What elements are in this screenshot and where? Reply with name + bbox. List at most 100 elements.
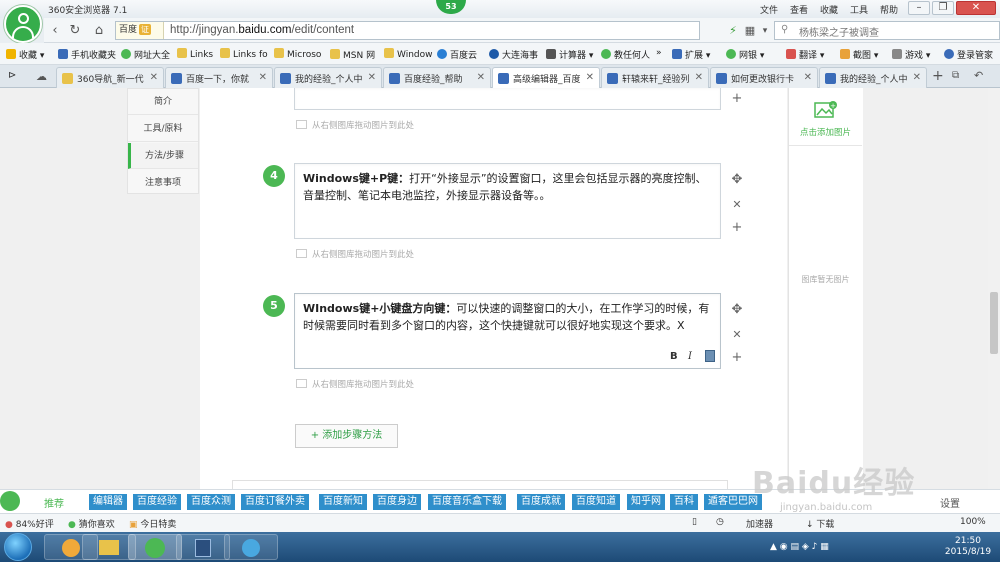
step-text-box[interactable]: Windows键+P键：打开“外接显示”的设置窗口，这里会包括显示器的亮度控制、… (294, 163, 721, 239)
home-icon[interactable]: ⌂ (90, 22, 108, 40)
search-input[interactable]: 杨栋梁之子被调查 (799, 24, 879, 39)
lightning-icon[interactable]: ⚡ (724, 22, 742, 40)
taskbar-app-chat[interactable] (224, 534, 278, 560)
bookmark-screenshot[interactable]: 截图 ▾ (840, 48, 878, 61)
previous-step-box[interactable] (294, 88, 721, 110)
page-scrollbar[interactable] (988, 88, 1000, 489)
link-waimai[interactable]: 百度订餐外卖 (241, 494, 309, 510)
search-box[interactable]: ⚲ 杨栋梁之子被调查 (774, 21, 1000, 40)
sidebar-toggle-icon[interactable]: ⊳ (8, 70, 16, 81)
insert-image-icon[interactable] (705, 350, 715, 362)
link-chengjiu[interactable]: 百度成就 (517, 494, 565, 510)
rating-status[interactable]: ● 84%好评 (5, 517, 54, 530)
system-clock[interactable]: 21:50 2015/8/19 (938, 536, 998, 558)
link-zhihu[interactable]: 知乎网 (627, 494, 665, 510)
taskbar-app-film[interactable] (176, 534, 230, 560)
menu-favorites[interactable]: 收藏 (820, 3, 838, 16)
link-editor[interactable]: 编辑器 (89, 494, 127, 510)
bookmark-games[interactable]: 游戏 ▾ (892, 48, 930, 61)
italic-button[interactable]: I (688, 351, 692, 362)
tab-bank-card[interactable]: 如何更改银行卡 ✕ (710, 67, 818, 88)
address-bar[interactable]: 百度证 http://jingyan.baidu.com/edit/conten… (115, 21, 700, 40)
tab-list-icon[interactable]: ⧉ (952, 70, 959, 81)
link-jingyan[interactable]: 百度经验 (133, 494, 181, 510)
phone-icon[interactable]: ▯ (692, 517, 697, 527)
add-icon[interactable]: + (730, 92, 744, 106)
speed-icon[interactable]: ◷ (716, 517, 724, 527)
download-status[interactable]: ↓ 下载 (806, 517, 834, 530)
bookmark-item[interactable]: 网址大全 (121, 48, 170, 61)
zoom-status[interactable]: 100% (960, 517, 986, 527)
bold-button[interactable]: B (670, 351, 678, 362)
bookmark-item[interactable]: Links fo (220, 48, 268, 60)
bookmark-item[interactable]: 教任何人 (601, 48, 650, 61)
guess-status[interactable]: ● 猜你喜欢 (68, 517, 115, 530)
restore-button[interactable]: ❐ (932, 1, 954, 15)
link-zhidao[interactable]: 百度知道 (572, 494, 620, 510)
tab-baidu[interactable]: 百度一下，你就 ✕ (165, 67, 273, 88)
undo-close-icon[interactable]: ↶ (974, 69, 983, 82)
bookmark-item[interactable]: MSN 网 (330, 48, 375, 61)
delete-icon[interactable]: ✕ (730, 328, 744, 342)
link-zhongce[interactable]: 百度众测 (187, 494, 235, 510)
back-icon[interactable]: ‹ (46, 22, 64, 40)
start-button[interactable] (4, 533, 32, 561)
bookmark-login[interactable]: 登录管家 (944, 48, 993, 61)
link-xinzhi[interactable]: 百度新知 (319, 494, 367, 510)
link-baike[interactable]: 百科 (670, 494, 698, 510)
menu-file[interactable]: 文件 (760, 3, 778, 16)
bookmark-favorites[interactable]: 收藏 ▾ (6, 48, 44, 61)
move-icon[interactable]: ✥ (730, 303, 744, 317)
nav-steps[interactable]: 方法/步骤 (128, 143, 198, 169)
add-icon[interactable]: + (730, 221, 744, 235)
bookmark-banking[interactable]: 网银 ▾ (726, 48, 764, 61)
bookmark-item[interactable]: 大连海事 (489, 48, 538, 61)
360-logo-icon[interactable] (0, 491, 20, 511)
tab-help[interactable]: 百度经验_帮助 ✕ (383, 67, 491, 88)
step-text-box-active[interactable]: WIndows键+小键盘方向键：可以快速的调整窗口的大小，在工作学习的时候，有时… (294, 293, 721, 369)
tab-editor[interactable]: 高级编辑器_百度 ✕ (492, 67, 600, 89)
image-drop-hint[interactable]: 从右侧图库拖动图片到此处 (296, 378, 414, 390)
menu-help[interactable]: 帮助 (880, 3, 898, 16)
add-icon[interactable]: + (730, 351, 744, 365)
link-music[interactable]: 百度音乐盒下载 (428, 494, 506, 510)
nav-intro[interactable]: 简介 (128, 89, 198, 115)
add-picture-button[interactable]: + 点击添加图片 (789, 88, 862, 146)
image-drop-hint[interactable]: 从右侧图库拖动图片到此处 (296, 119, 414, 131)
nav-tools[interactable]: 工具/原料 (128, 116, 198, 142)
bookmark-item[interactable]: Microso (274, 48, 321, 60)
bookmark-item[interactable]: Links (177, 48, 213, 60)
overflow-icon[interactable]: » (656, 48, 662, 58)
bookmark-extensions[interactable]: 扩展 ▾ (672, 48, 710, 61)
close-window-button[interactable]: ✕ (956, 1, 996, 15)
bookmark-item[interactable]: Window (384, 48, 433, 60)
notification-badge[interactable]: 53 (436, 0, 466, 14)
bookmark-translate[interactable]: 翻译 ▾ (786, 48, 824, 61)
refresh-icon[interactable]: ↻ (66, 22, 84, 40)
url-text[interactable]: http://jingyan.baidu.com/edit/content (170, 24, 354, 36)
tab-article-list[interactable]: 轩辕来轩_经验列 ✕ (601, 67, 709, 88)
image-drop-hint[interactable]: 从右侧图库拖动图片到此处 (296, 248, 414, 260)
nav-notes[interactable]: 注意事项 (128, 170, 198, 196)
cloud-icon[interactable]: ☁ (36, 70, 47, 83)
accelerator-status[interactable]: 加速器 (746, 517, 773, 530)
tab-360-nav[interactable]: 360导航_新一代 ✕ (56, 67, 164, 88)
bookmark-item[interactable]: 计算器 ▾ (546, 48, 593, 61)
menu-tools[interactable]: 工具 (850, 3, 868, 16)
bookmark-item[interactable]: 百度云 (437, 48, 477, 61)
scrollbar-thumb[interactable] (990, 292, 998, 354)
move-icon[interactable]: ✥ (730, 173, 744, 187)
tab-my-experience-2[interactable]: 我的经验_个人中 ✕ (819, 67, 927, 88)
bookmark-item[interactable]: 手机收藏夹 (58, 48, 116, 61)
dropdown-icon[interactable]: ▾ (756, 22, 774, 40)
add-step-button[interactable]: + 添加步骤方法 (295, 424, 398, 448)
delete-icon[interactable]: ✕ (730, 198, 744, 212)
taskbar-app-360-browser[interactable] (128, 534, 182, 560)
user-avatar[interactable] (4, 5, 42, 43)
link-shenbian[interactable]: 百度身边 (373, 494, 421, 510)
sale-status[interactable]: ▣ 今日特卖 (129, 517, 176, 530)
search-engine-selector[interactable]: 百度证 (116, 22, 164, 39)
minimize-button[interactable]: – (908, 1, 930, 15)
tab-my-experience[interactable]: 我的经验_个人中 ✕ (274, 67, 382, 88)
new-tab-icon[interactable]: + (932, 68, 944, 84)
